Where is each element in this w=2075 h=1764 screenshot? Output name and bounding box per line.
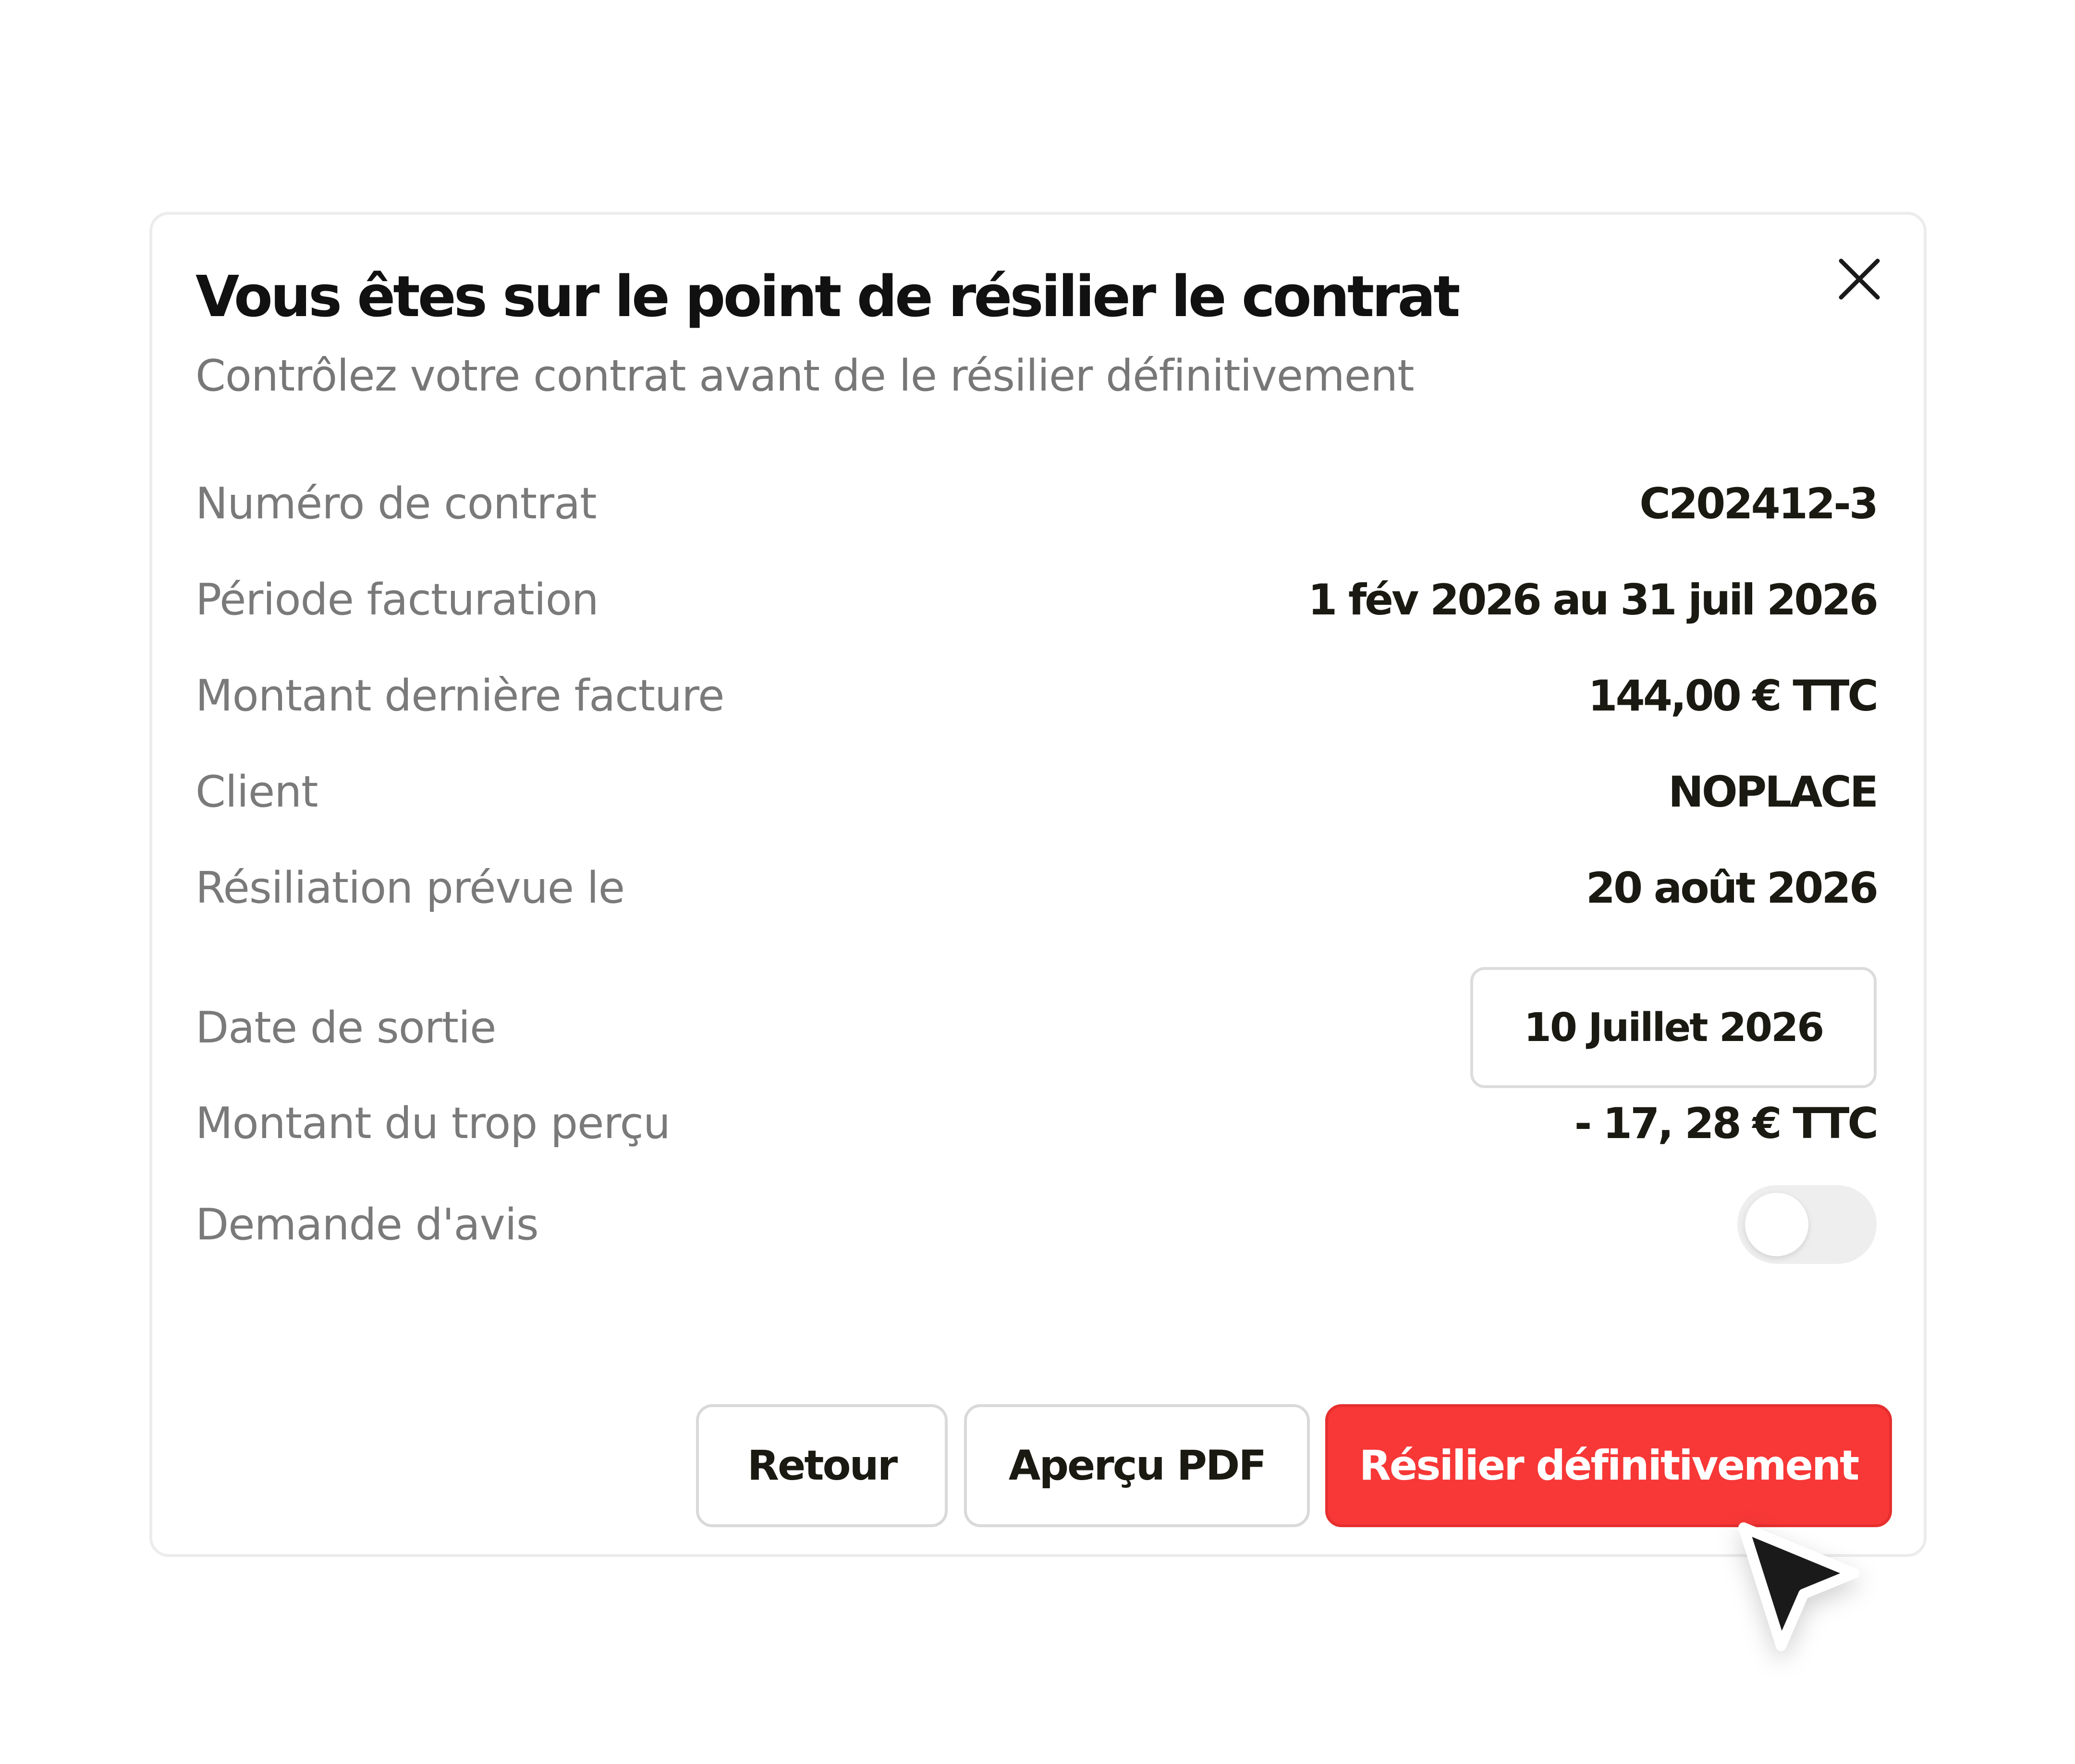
contract-number-label: Numéro de contrat (195, 478, 597, 529)
last-invoice-value: 144,00 € TTC (1588, 671, 1879, 721)
row-billing-period: Période facturation 1 fév 2026 au 31 jui… (195, 573, 1879, 626)
client-label: Client (195, 766, 318, 817)
review-request-label: Demande d'avis (195, 1199, 539, 1250)
client-value: NOPLACE (1668, 767, 1879, 817)
back-button[interactable]: Retour (696, 1404, 948, 1527)
row-overpayment: Montant du trop perçu - 17, 28 € TTC (195, 1097, 1879, 1150)
terminate-button[interactable]: Résilier définitivement (1325, 1404, 1892, 1527)
row-last-invoice: Montant dernière facture 144,00 € TTC (195, 669, 1879, 722)
row-exit-date: Date de sortie 10 Juillet 2026 (195, 967, 1877, 1088)
close-button[interactable] (1834, 254, 1884, 304)
row-client: Client NOPLACE (195, 765, 1879, 818)
last-invoice-label: Montant dernière facture (195, 670, 725, 721)
row-contract-number: Numéro de contrat C202412-3 (195, 477, 1879, 530)
page-stage: Vous êtes sur le point de résilier le co… (0, 0, 2075, 1764)
exit-date-label: Date de sortie (195, 1002, 496, 1053)
dialog-title: Vous êtes sur le point de résilier le co… (195, 263, 1460, 330)
preview-pdf-button[interactable]: Aperçu PDF (964, 1404, 1310, 1527)
dialog-subtitle: Contrôlez votre contrat avant de le rési… (195, 351, 1414, 401)
terminate-contract-dialog: Vous êtes sur le point de résilier le co… (149, 212, 1927, 1557)
contract-number-value: C202412-3 (1639, 478, 1879, 528)
row-planned-termination: Résiliation prévue le 20 août 2026 (195, 861, 1879, 914)
billing-period-value: 1 fév 2026 au 31 juil 2026 (1308, 575, 1879, 625)
billing-period-label: Période facturation (195, 574, 599, 625)
planned-termination-label: Résiliation prévue le (195, 862, 625, 913)
exit-date-field[interactable]: 10 Juillet 2026 (1470, 967, 1877, 1088)
close-icon (1839, 258, 1880, 300)
review-request-toggle[interactable] (1737, 1185, 1877, 1264)
arrow-pointer-icon (1724, 1513, 1868, 1657)
planned-termination-value: 20 août 2026 (1586, 863, 1879, 913)
toggle-knob (1745, 1193, 1808, 1256)
overpayment-label: Montant du trop perçu (195, 1098, 671, 1149)
overpayment-value: - 17, 28 € TTC (1574, 1098, 1879, 1148)
row-review-request: Demande d'avis (195, 1185, 1877, 1264)
